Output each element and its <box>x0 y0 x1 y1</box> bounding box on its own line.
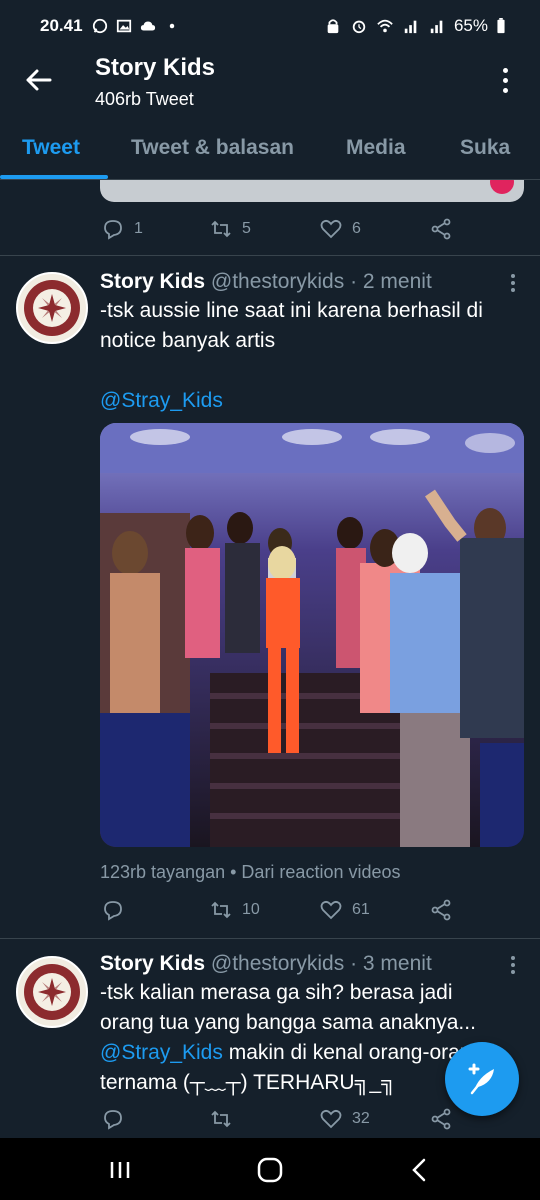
back-nav-icon[interactable] <box>404 1154 436 1186</box>
page-title: Story Kids <box>95 54 216 81</box>
tweet-feed[interactable]: 1 5 6 Story Kids @thestorykids · 2 menit… <box>0 180 540 1138</box>
tweet-divider <box>0 255 540 256</box>
retweet-icon <box>211 1110 231 1128</box>
tweet-text-line: -tsk kalian merasa ga sih? berasa jadi <box>100 981 453 1004</box>
gallery-icon <box>116 19 131 33</box>
home-icon[interactable] <box>254 1154 286 1186</box>
previous-tweet-media[interactable] <box>100 180 524 202</box>
wifi-icon <box>377 19 393 33</box>
like-count: 61 <box>352 901 370 918</box>
record-icon <box>490 180 514 194</box>
retweet-icon <box>211 220 231 238</box>
heart-icon <box>320 900 342 920</box>
reply-icon <box>104 220 122 240</box>
system-nav-bar <box>0 1138 540 1200</box>
tweet-more-icon[interactable] <box>505 954 521 976</box>
like-count: 32 <box>352 1110 370 1127</box>
active-tab-indicator <box>0 175 108 179</box>
status-bar: 20.41 65% <box>0 0 540 52</box>
more-options-icon[interactable] <box>490 60 520 100</box>
share-icon <box>431 218 451 240</box>
video-thumbnail <box>100 423 524 847</box>
tweet-more-icon[interactable] <box>505 272 521 294</box>
top-bar: 20.41 65% Story Kids 406rb Tweet <box>0 0 540 118</box>
tweet-text-line: -tsk aussie line saat ini karena berhasi… <box>100 299 483 322</box>
battery-icon <box>497 18 505 34</box>
retweet-count: 10 <box>242 901 260 918</box>
author-handle: @thestorykids <box>210 270 345 293</box>
author-handle: @thestorykids <box>210 952 345 975</box>
tweet-count: 406rb Tweet <box>95 89 194 109</box>
like-action[interactable]: 6 <box>320 218 361 240</box>
retweet-action[interactable] <box>210 1108 232 1130</box>
retweet-action[interactable]: 5 <box>210 218 251 240</box>
author-name[interactable]: Story Kids <box>100 952 205 975</box>
video-source[interactable]: • Dari reaction videos <box>230 862 400 882</box>
share-action[interactable] <box>430 1108 452 1130</box>
tweet-time: · 2 menit <box>350 270 432 293</box>
profile-tabs: Tweet Tweet & balasan Media Suka <box>0 118 540 180</box>
tweet-text-fragment: makin di kenal orang-orang <box>222 1041 484 1064</box>
profile-header: Story Kids 406rb Tweet <box>0 52 540 118</box>
tweet-header: Story Kids @thestorykids · 3 menit <box>100 952 432 976</box>
reply-icon <box>104 901 122 921</box>
tweet-text-line: orang tua yang bangga sama anaknya... <box>100 1011 476 1034</box>
tab-media[interactable]: Media <box>346 136 406 160</box>
heart-icon <box>320 1109 342 1129</box>
compose-feather-icon <box>468 1063 494 1095</box>
reply-action[interactable] <box>102 899 124 921</box>
cloud-icon <box>140 21 155 31</box>
compass-logo-icon <box>38 978 66 1006</box>
compass-logo-icon <box>38 294 66 322</box>
whatsapp-icon <box>92 18 107 34</box>
tweet-time: · 3 menit <box>350 952 432 975</box>
retweet-count: 5 <box>242 220 251 237</box>
status-time: 20.41 <box>40 16 83 35</box>
share-icon <box>431 899 451 921</box>
tweet-video[interactable] <box>100 423 524 847</box>
lock-icon <box>327 19 339 34</box>
tab-tweet-replies[interactable]: Tweet & balasan <box>131 136 294 160</box>
compose-tweet-button[interactable] <box>445 1042 519 1116</box>
tweet-text-line: notice banyak artis <box>100 329 276 352</box>
tab-likes[interactable]: Suka <box>460 136 510 160</box>
like-action[interactable]: 32 <box>320 1108 370 1130</box>
like-count: 6 <box>352 220 361 237</box>
retweet-action[interactable]: 10 <box>210 899 260 921</box>
reply-action[interactable] <box>102 1108 124 1130</box>
view-count: 123rb tayangan <box>100 862 226 882</box>
like-action[interactable]: 61 <box>320 899 370 921</box>
tweet-text: -tsk aussie line saat ini karena berhasi… <box>100 296 520 416</box>
video-meta: 123rb tayangan • Dari reaction videos <box>100 862 401 883</box>
signal-icon <box>430 20 443 34</box>
mention-link[interactable]: @Stray_Kids <box>100 1041 223 1064</box>
signal-icon <box>404 20 417 34</box>
share-action[interactable] <box>430 899 452 921</box>
recent-apps-icon[interactable] <box>104 1154 136 1186</box>
heart-icon <box>320 219 342 239</box>
tweet-divider <box>0 938 540 939</box>
share-icon <box>431 1108 451 1130</box>
back-arrow-icon[interactable] <box>22 64 54 96</box>
dot-icon <box>169 23 174 29</box>
tweet-header: Story Kids @thestorykids · 2 menit <box>100 270 432 294</box>
battery-percent: 65% <box>453 16 488 35</box>
reply-icon <box>104 1110 122 1130</box>
reply-count: 1 <box>134 220 143 237</box>
avatar[interactable] <box>16 272 88 344</box>
share-action[interactable] <box>430 218 452 240</box>
alarm-icon <box>352 20 366 34</box>
reply-action[interactable]: 1 <box>102 218 143 240</box>
mention-link[interactable]: @Stray_Kids <box>100 386 520 416</box>
avatar[interactable] <box>16 956 88 1028</box>
tab-tweet[interactable]: Tweet <box>22 136 80 160</box>
author-name[interactable]: Story Kids <box>100 270 205 293</box>
retweet-icon <box>211 901 231 919</box>
